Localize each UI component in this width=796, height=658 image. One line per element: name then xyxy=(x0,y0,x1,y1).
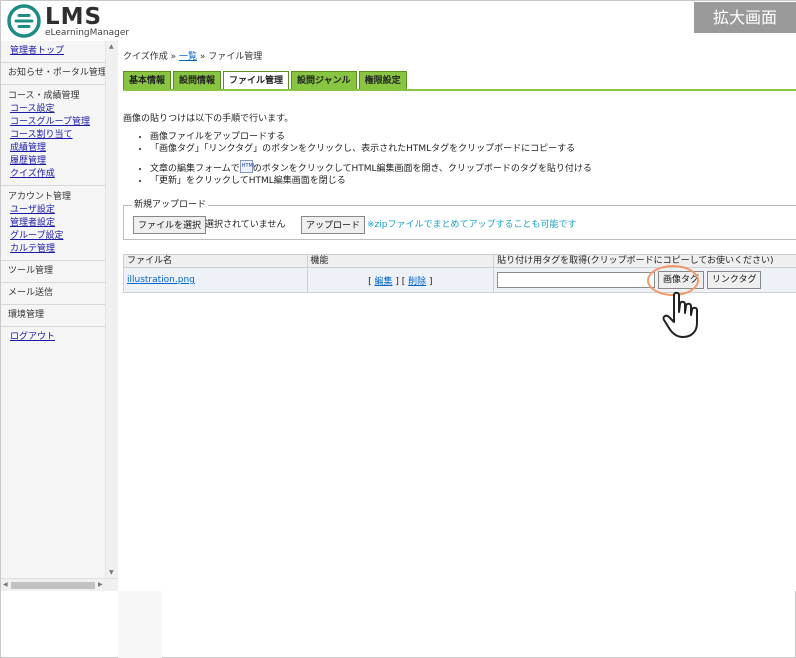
bracket-text: ] xyxy=(429,276,433,287)
sidebar-horizontal-scrollbar[interactable]: ◀ ▶ xyxy=(1,578,118,591)
header: LMS eLearningManager 拡大画面 xyxy=(1,1,796,41)
sidebar-link-users[interactable]: ユーザ設定 xyxy=(8,204,117,217)
sidebar: 管理者トップ お知らせ・ポータル管理 コース・成績管理 コース設定 コースグルー… xyxy=(1,41,118,591)
zoom-view-label: 拡大画面 xyxy=(694,2,796,33)
breadcrumb-separator: » xyxy=(199,52,206,62)
bracket-text: ] [ xyxy=(395,276,406,287)
sidebar-group-heading: コース・成績管理 xyxy=(8,91,80,101)
step-text: のボタンをクリックしてHTML編集画面を開き、クリップボードのタグを貼り付ける xyxy=(252,164,592,174)
instructions-steps: 画像ファイルをアップロードする 「画像タグ」「リンクタグ」のボタンをクリックし、… xyxy=(138,131,592,187)
file-name-link[interactable]: illustration.png xyxy=(127,275,195,285)
sidebar-link-admins[interactable]: 管理者設定 xyxy=(8,217,117,230)
sidebar-item-notice-portal[interactable]: お知らせ・ポータル管理 xyxy=(1,63,117,85)
sidebar-link-quiz[interactable]: クイズ作成 xyxy=(8,168,117,181)
sidebar-group-heading: アカウント管理 xyxy=(8,192,72,202)
tag-cell: 画像タグ リンクタグ xyxy=(493,267,796,293)
tab-basic-info[interactable]: 基本情報 xyxy=(123,71,172,90)
sidebar-link-course-settings[interactable]: コース設定 xyxy=(8,103,117,116)
sidebar-group-course: コース・成績管理 コース設定 コースグループ管理 コース割り当て 成績管理 履歴… xyxy=(1,85,117,186)
sidebar-item-tools[interactable]: ツール管理 xyxy=(1,261,117,283)
breadcrumb-separator: » xyxy=(170,52,177,62)
edit-link[interactable]: 編集 xyxy=(374,277,392,287)
delete-link[interactable]: 削除 xyxy=(408,277,426,287)
sidebar-group-account: アカウント管理 ユーザ設定 管理者設定 グループ設定 カルテ管理 xyxy=(1,186,117,261)
sidebar-vertical-scrollbar[interactable]: ▲ ▼ xyxy=(105,41,118,578)
table-header-row: ファイル名 機能 貼り付け用タグを取得(クリップボードにコピーしてお使いください… xyxy=(123,254,796,268)
sidebar-item-env[interactable]: 環境管理 xyxy=(1,305,117,327)
file-name-cell: illustration.png xyxy=(123,267,308,293)
breadcrumb: クイズ作成 » 一覧 » ファイル管理 xyxy=(123,51,262,63)
breadcrumb-quiz: クイズ作成 xyxy=(123,52,168,62)
link-tag-button[interactable]: リンクタグ xyxy=(706,271,762,289)
app-logo: LMS eLearningManager xyxy=(7,4,131,40)
breadcrumb-current: ファイル管理 xyxy=(208,52,263,62)
sidebar-link-course-assign[interactable]: コース割り当て xyxy=(8,129,117,142)
scroll-right-arrow-icon[interactable]: ▶ xyxy=(98,581,103,588)
hand-pointer-icon xyxy=(662,291,698,338)
sidebar-link-history[interactable]: 履歴管理 xyxy=(8,155,117,168)
tab-question-genre[interactable]: 設問ジャンル xyxy=(291,71,357,90)
bottom-strip xyxy=(118,591,162,658)
logo-mark-icon xyxy=(7,4,41,38)
no-file-selected-text: 選択されていません xyxy=(205,220,286,230)
column-header-function: 機能 xyxy=(306,254,495,268)
logo-subtitle: eLearningManager xyxy=(45,28,130,38)
upload-fieldset: 新規アップロード ファイルを選択 選択されていません アップロード ※zipファ… xyxy=(123,199,796,240)
tab-permissions[interactable]: 権限設定 xyxy=(358,71,407,90)
bracket-text: [ xyxy=(368,276,372,287)
sidebar-link-karte[interactable]: カルテ管理 xyxy=(8,243,117,256)
html-icon-label: HTML xyxy=(241,163,256,169)
scrollbar-thumb[interactable] xyxy=(11,582,95,589)
window-frame: LMS eLearningManager 拡大画面 管理者トップ お知らせ・ポー… xyxy=(0,0,796,658)
sidebar-link-admin-top[interactable]: 管理者トップ xyxy=(8,46,64,56)
choose-file-button[interactable]: ファイルを選択 xyxy=(133,216,207,234)
step-item: 画像ファイルをアップロードする xyxy=(150,131,592,143)
step-item: 「画像タグ」「リンクタグ」のボタンをクリックし、表示されたHTMLタグをクリップ… xyxy=(150,143,592,155)
tab-bar: 基本情報 設問情報 ファイル管理 設問ジャンル 権限設定 xyxy=(123,71,407,90)
tab-question-info[interactable]: 設問情報 xyxy=(173,71,222,90)
sidebar-link-course-group[interactable]: コースグループ管理 xyxy=(8,116,117,129)
html-editor-icon: HTML xyxy=(239,160,256,173)
tag-output-field[interactable] xyxy=(497,272,656,288)
scroll-down-arrow-icon[interactable]: ▼ xyxy=(109,569,114,576)
function-cell: [ 編集 ] [ 削除 ] xyxy=(306,267,495,293)
sidebar-link-groups[interactable]: グループ設定 xyxy=(8,230,117,243)
zip-note: ※zipファイルでまとめてアップすることも可能です xyxy=(367,220,577,230)
main-content: クイズ作成 » 一覧 » ファイル管理 基本情報 設問情報 ファイル管理 設問ジ… xyxy=(118,41,796,591)
sidebar-item-logout: ログアウト xyxy=(1,327,117,348)
sidebar-item-admin-top: 管理者トップ xyxy=(1,41,117,63)
sidebar-item-mail[interactable]: メール送信 xyxy=(1,283,117,305)
scroll-up-arrow-icon[interactable]: ▲ xyxy=(109,43,114,50)
upload-legend: 新規アップロード xyxy=(132,199,209,211)
tab-underline xyxy=(123,89,796,91)
upload-button[interactable]: アップロード xyxy=(301,216,366,234)
scroll-left-arrow-icon[interactable]: ◀ xyxy=(3,581,8,588)
sidebar-link-logout[interactable]: ログアウト xyxy=(8,332,55,342)
tab-file-management[interactable]: ファイル管理 xyxy=(223,71,290,90)
column-header-file-name: ファイル名 xyxy=(123,254,308,268)
sidebar-link-grades[interactable]: 成績管理 xyxy=(8,142,117,155)
breadcrumb-link-list[interactable]: 一覧 xyxy=(179,52,197,62)
logo-text: LMS xyxy=(45,4,103,30)
step-item: 「更新」をクリックしてHTML編集画面を閉じる xyxy=(150,175,592,187)
instructions-intro: 画像の貼りつけは以下の手順で行います。 xyxy=(123,114,294,124)
step-text: 文章の編集フォームで xyxy=(150,164,240,174)
step-item: 文章の編集フォームでHTMLのボタンをクリックしてHTML編集画面を開き、クリッ… xyxy=(150,160,592,175)
column-header-paste-tag: 貼り付け用タグを取得(クリップボードにコピーしてお使いください) xyxy=(493,254,796,268)
